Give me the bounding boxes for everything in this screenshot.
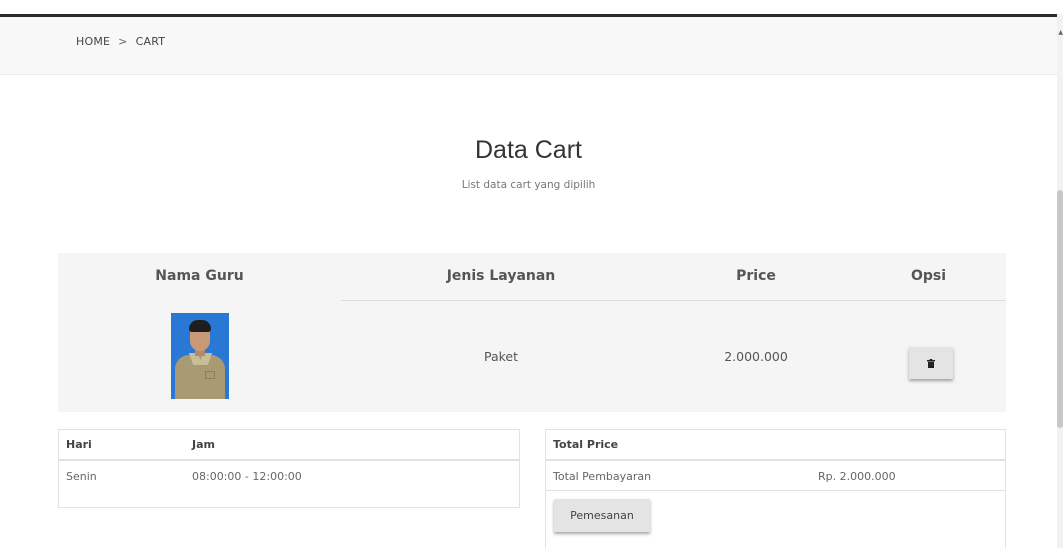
total-payment-label: Total Pembayaran <box>553 470 652 483</box>
column-header-opsi: Opsi <box>910 268 947 284</box>
breadcrumb-bar: HOME > CART <box>0 17 1057 75</box>
scroll-up-arrow-icon[interactable]: ▲ <box>1058 29 1063 36</box>
schedule-header-row <box>59 430 519 461</box>
trash-icon <box>927 358 935 368</box>
header-divider <box>341 300 1006 301</box>
delete-item-button[interactable] <box>909 347 953 379</box>
total-payment-value: Rp. 2.000.000 <box>818 470 896 483</box>
order-button[interactable]: Pemesanan <box>554 499 650 532</box>
column-header-jam: Jam <box>192 438 215 451</box>
teacher-photo <box>171 313 229 399</box>
breadcrumb: HOME > CART <box>76 35 165 48</box>
column-header-nama-guru: Nama Guru <box>155 268 244 284</box>
page-title: Data Cart <box>475 136 582 164</box>
cell-price: 2.000.000 <box>724 349 788 364</box>
cell-jam: 08:00:00 - 12:00:00 <box>192 470 302 483</box>
total-row: Total Pembayaran Rp. 2.000.000 <box>546 461 1005 491</box>
cell-hari: Senin <box>66 470 97 483</box>
scrollbar-thumb[interactable] <box>1057 190 1063 428</box>
breadcrumb-separator: > <box>118 35 128 48</box>
page: HOME > CART ▲ Data Cart List data cart yan… <box>0 0 1063 548</box>
column-header-jenis-layanan: Jenis Layanan <box>446 268 556 284</box>
breadcrumb-home-link[interactable]: HOME <box>76 35 110 48</box>
schedule-table: Hari Jam Senin 08:00:00 - 12:00:00 <box>58 429 520 508</box>
page-subtitle: List data cart yang dipilih <box>461 179 596 191</box>
column-header-price: Price <box>736 268 776 284</box>
cart-table: Nama Guru Jenis Layanan Price Opsi Paket… <box>58 253 1006 412</box>
breadcrumb-current: CART <box>135 35 166 48</box>
total-price-table: Total Price Total Pembayaran Rp. 2.000.0… <box>545 429 1006 548</box>
cell-jenis-layanan: Paket <box>483 349 519 364</box>
total-price-header: Total Price <box>553 438 619 451</box>
column-header-hari: Hari <box>66 438 92 451</box>
